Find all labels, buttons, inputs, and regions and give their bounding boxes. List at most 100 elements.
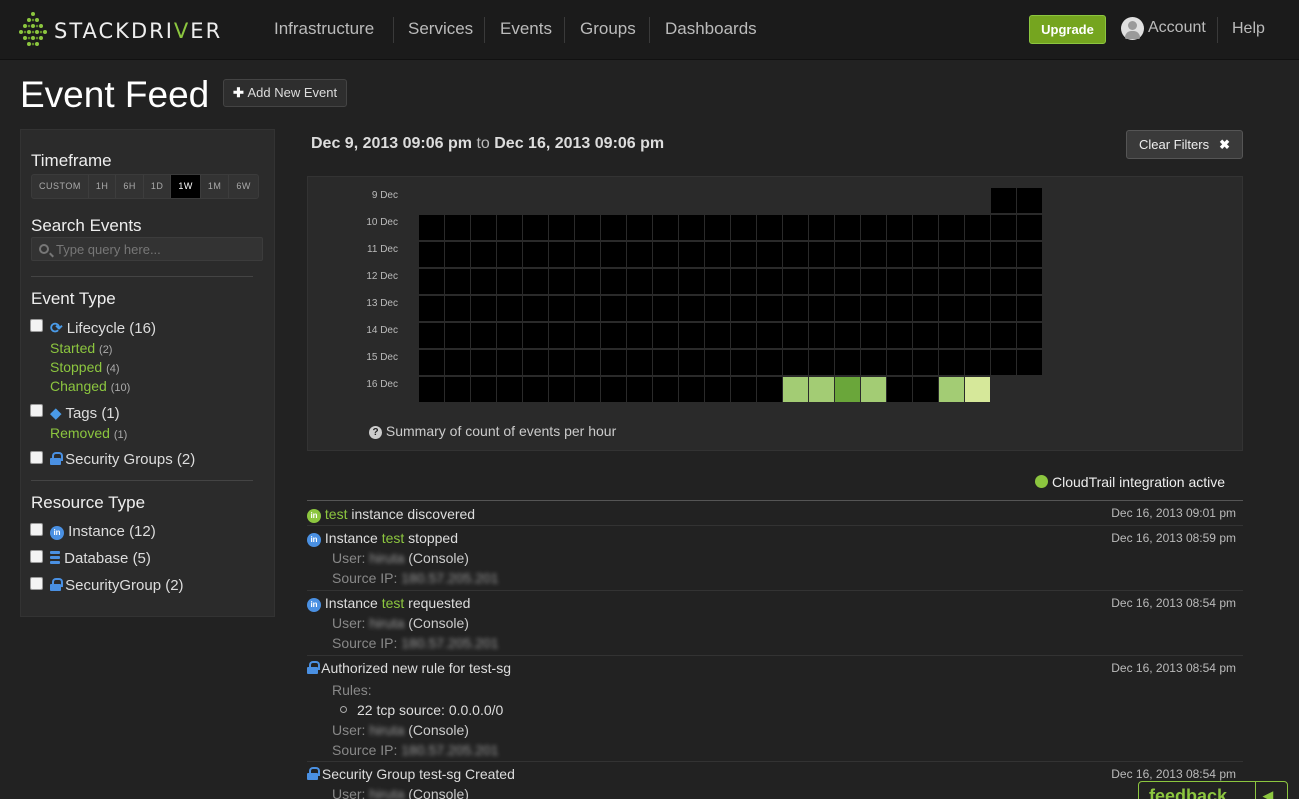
heatmap-cell[interactable] bbox=[523, 242, 548, 267]
heatmap-cell[interactable] bbox=[601, 296, 626, 321]
heatmap-cell[interactable] bbox=[419, 296, 444, 321]
heatmap-cell[interactable] bbox=[627, 350, 652, 375]
heatmap-cell[interactable] bbox=[601, 215, 626, 240]
heatmap-cell[interactable] bbox=[601, 377, 626, 402]
heatmap-cell[interactable] bbox=[1017, 188, 1042, 213]
heatmap-cell[interactable] bbox=[419, 215, 444, 240]
heatmap-cell[interactable] bbox=[471, 269, 496, 294]
timeframe-custom[interactable]: CUSTOM bbox=[32, 175, 89, 198]
heatmap-cell[interactable] bbox=[913, 269, 938, 294]
heatmap-cell[interactable] bbox=[601, 242, 626, 267]
heatmap-cell[interactable] bbox=[627, 377, 652, 402]
nav-services[interactable]: Services bbox=[408, 19, 473, 39]
heatmap-cell[interactable] bbox=[939, 242, 964, 267]
heatmap-cell[interactable] bbox=[835, 242, 860, 267]
heatmap-cell[interactable] bbox=[549, 377, 574, 402]
database-checkbox[interactable] bbox=[30, 550, 43, 563]
heatmap-cell[interactable] bbox=[471, 215, 496, 240]
heatmap-cell[interactable] bbox=[757, 323, 782, 348]
security-groups-filter[interactable]: Security Groups (2) bbox=[50, 451, 195, 468]
heatmap-cell[interactable] bbox=[679, 215, 704, 240]
heatmap-cell[interactable] bbox=[887, 377, 912, 402]
add-new-event-button[interactable]: ✚ Add New Event bbox=[223, 79, 347, 107]
heatmap-cell[interactable] bbox=[419, 269, 444, 294]
heatmap-cell[interactable] bbox=[809, 350, 834, 375]
heatmap-cell[interactable] bbox=[861, 350, 886, 375]
heatmap-cell[interactable] bbox=[471, 242, 496, 267]
heatmap-cell[interactable] bbox=[965, 350, 990, 375]
heatmap-cell[interactable] bbox=[757, 377, 782, 402]
heatmap-cell[interactable] bbox=[991, 242, 1016, 267]
heatmap-cell[interactable] bbox=[861, 215, 886, 240]
heatmap-cell[interactable] bbox=[757, 296, 782, 321]
heatmap-cell[interactable] bbox=[523, 323, 548, 348]
heatmap-cell[interactable] bbox=[627, 242, 652, 267]
heatmap-cell[interactable] bbox=[679, 350, 704, 375]
heatmap-cell[interactable] bbox=[445, 215, 470, 240]
heatmap-cell[interactable] bbox=[549, 323, 574, 348]
timeframe-1h[interactable]: 1H bbox=[89, 175, 117, 198]
heatmap-cell[interactable] bbox=[1017, 269, 1042, 294]
heatmap-cell[interactable] bbox=[497, 242, 522, 267]
heatmap-cell[interactable] bbox=[731, 350, 756, 375]
instance-link[interactable]: test bbox=[382, 595, 405, 611]
heatmap-cell[interactable] bbox=[419, 377, 444, 402]
tags-filter[interactable]: ◆ Tags (1) bbox=[50, 404, 120, 422]
heatmap-cell[interactable] bbox=[653, 269, 678, 294]
heatmap-cell[interactable] bbox=[731, 215, 756, 240]
heatmap-cell[interactable] bbox=[445, 350, 470, 375]
heatmap-cell[interactable] bbox=[523, 350, 548, 375]
event-item[interactable]: in Instance test stopped Dec 16, 2013 08… bbox=[307, 526, 1243, 591]
heatmap-cell[interactable] bbox=[471, 323, 496, 348]
heatmap-cell[interactable] bbox=[965, 377, 990, 402]
heatmap-cell[interactable] bbox=[445, 296, 470, 321]
heatmap-cell[interactable] bbox=[809, 323, 834, 348]
lifecycle-started-filter[interactable]: Started (2) bbox=[50, 340, 112, 356]
heatmap-cell[interactable] bbox=[549, 269, 574, 294]
heatmap-cell[interactable] bbox=[861, 242, 886, 267]
clear-filters-button[interactable]: Clear Filters ✖ bbox=[1126, 130, 1243, 159]
heatmap-cell[interactable] bbox=[1017, 323, 1042, 348]
heatmap-cell[interactable] bbox=[497, 215, 522, 240]
search-input[interactable] bbox=[56, 240, 256, 258]
heatmap-cell[interactable] bbox=[653, 377, 678, 402]
heatmap-cell[interactable] bbox=[965, 215, 990, 240]
heatmap-cell[interactable] bbox=[601, 323, 626, 348]
heatmap-cell[interactable] bbox=[991, 215, 1016, 240]
timeframe-1d[interactable]: 1D bbox=[144, 175, 172, 198]
heatmap-cell[interactable] bbox=[419, 350, 444, 375]
heatmap-cell[interactable] bbox=[497, 377, 522, 402]
database-filter[interactable]: Database (5) bbox=[50, 550, 151, 567]
heatmap-cell[interactable] bbox=[757, 242, 782, 267]
heatmap-cell[interactable] bbox=[471, 350, 496, 375]
heatmap-cell[interactable] bbox=[523, 215, 548, 240]
heatmap-cell[interactable] bbox=[887, 215, 912, 240]
security-groups-checkbox[interactable] bbox=[30, 451, 43, 464]
instance-filter[interactable]: in Instance (12) bbox=[50, 523, 156, 540]
heatmap-cell[interactable] bbox=[887, 296, 912, 321]
heatmap-cell[interactable] bbox=[861, 269, 886, 294]
heatmap-cell[interactable] bbox=[705, 296, 730, 321]
heatmap-cell[interactable] bbox=[575, 242, 600, 267]
heatmap-cell[interactable] bbox=[705, 269, 730, 294]
heatmap-cell[interactable] bbox=[809, 377, 834, 402]
feedback-tab[interactable]: feedback ◀ bbox=[1138, 781, 1288, 799]
heatmap-cell[interactable] bbox=[679, 377, 704, 402]
heatmap-cell[interactable] bbox=[991, 188, 1016, 213]
heatmap-cell[interactable] bbox=[991, 269, 1016, 294]
heatmap-cell[interactable] bbox=[731, 269, 756, 294]
heatmap-cell[interactable] bbox=[627, 269, 652, 294]
heatmap-cell[interactable] bbox=[835, 269, 860, 294]
heatmap-cell[interactable] bbox=[913, 242, 938, 267]
heatmap-cell[interactable] bbox=[679, 269, 704, 294]
heatmap-cell[interactable] bbox=[991, 323, 1016, 348]
heatmap-cell[interactable] bbox=[419, 242, 444, 267]
heatmap-cell[interactable] bbox=[991, 296, 1016, 321]
heatmap-cell[interactable] bbox=[601, 350, 626, 375]
nav-infrastructure[interactable]: Infrastructure bbox=[274, 19, 374, 39]
heatmap-cell[interactable] bbox=[939, 215, 964, 240]
securitygroup-checkbox[interactable] bbox=[30, 577, 43, 590]
heatmap-cell[interactable] bbox=[627, 296, 652, 321]
heatmap-cell[interactable] bbox=[939, 269, 964, 294]
heatmap-cell[interactable] bbox=[809, 296, 834, 321]
